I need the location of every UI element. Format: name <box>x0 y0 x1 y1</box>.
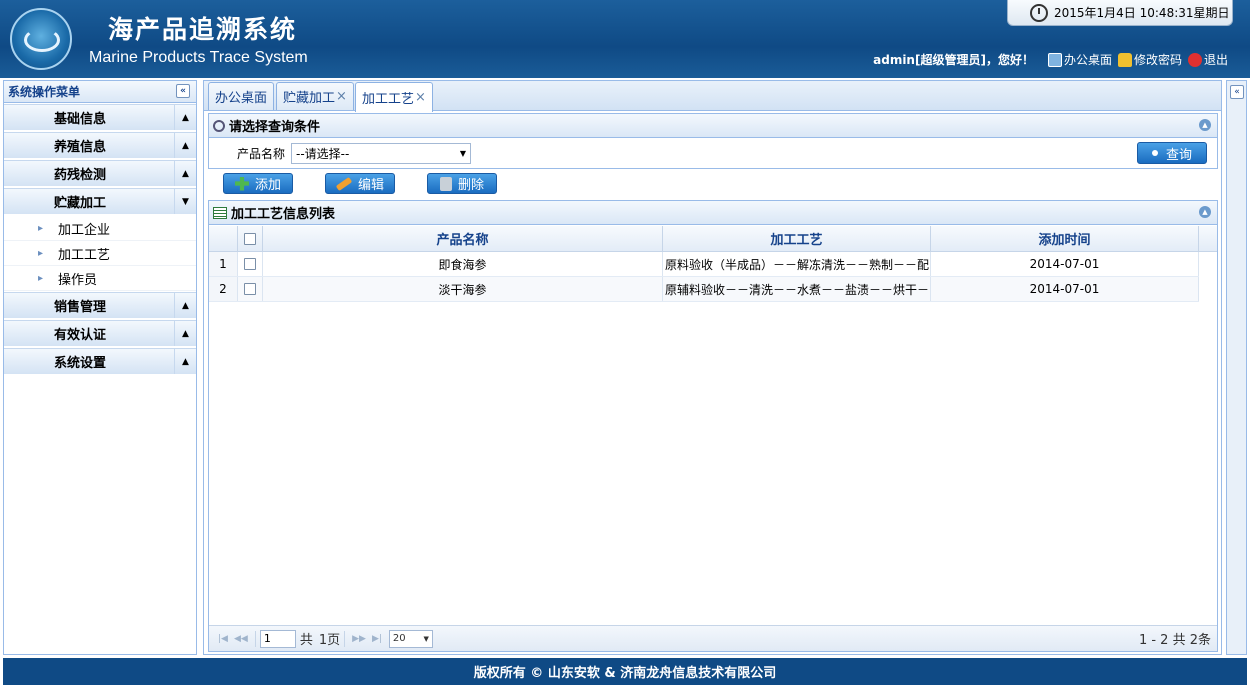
close-icon <box>1187 52 1202 67</box>
toolbar: 添加 编辑 删除 <box>223 173 497 194</box>
query-panel-header: 请选择查询条件 ▲ <box>209 114 1217 138</box>
footer-copyright: 版权所有 © 山东安软 & 济南龙舟信息技术有限公司 <box>3 658 1247 685</box>
main-panel: 办公桌面 贮藏加工 × 加工工艺 × 请选择查询条件 ▲ 产品名称 --请选择-- … <box>203 80 1222 655</box>
app-title-cn: 海产品追溯系统 <box>108 15 298 44</box>
chevron-up-icon: ▲ <box>174 293 196 318</box>
query-panel: 请选择查询条件 ▲ 产品名称 --请选择-- 查询 <box>208 113 1218 169</box>
col-product-name[interactable]: 产品名称 <box>263 226 663 251</box>
user-greeting: admin[超级管理员]，您好！ <box>873 53 1034 67</box>
cell-product-name: 即食海参 <box>263 252 663 276</box>
select-all-checkbox[interactable] <box>238 226 263 251</box>
collapse-up-icon[interactable]: ▲ <box>1199 119 1211 131</box>
cell-product-name: 淡干海参 <box>263 277 663 301</box>
chevron-up-icon: ▲ <box>174 321 196 346</box>
change-password-link[interactable]: 修改密码 <box>1117 51 1182 68</box>
menu-section-settings[interactable]: 系统设置 ▲ <box>4 348 196 375</box>
add-button[interactable]: 添加 <box>223 173 293 194</box>
sidebar-title: 系统操作菜单 <box>8 85 81 99</box>
expand-left-icon[interactable]: « <box>1230 85 1244 99</box>
pagination-info: 1 - 2 共 2条 <box>1138 633 1211 648</box>
grid-panel: 加工工艺信息列表 ▲ 产品名称 加工工艺 添加时间 1 即食海参 原料验收（半成… <box>208 200 1218 652</box>
chevron-up-icon: ▲ <box>174 105 196 130</box>
menu-section-residue[interactable]: 药残检测 ▲ <box>4 160 196 187</box>
sidebar-item-enterprise[interactable]: 加工企业 <box>4 216 196 241</box>
desktop-icon <box>1047 52 1062 67</box>
query-title: 请选择查询条件 <box>229 120 321 135</box>
menu-section-storage[interactable]: 贮藏加工 ▼ <box>4 188 196 215</box>
menu-section-sales[interactable]: 销售管理 ▲ <box>4 292 196 319</box>
datetime-display: 2015年1月4日 10:48:31星期日 <box>1007 0 1233 26</box>
table-row[interactable]: 1 即食海参 原料验收（半成品）－－解冻清洗－－熟制－－配 2014-07-01 <box>209 252 1199 277</box>
cell-added-time: 2014-07-01 <box>931 252 1199 276</box>
tab-process[interactable]: 加工工艺 × <box>355 82 433 112</box>
grid-title: 加工工艺信息列表 <box>231 207 336 222</box>
list-icon <box>213 206 227 219</box>
sidebar: 系统操作菜单 « 基础信息 ▲ 养殖信息 ▲ 药残检测 ▲ 贮藏加工 ▼ 加工企… <box>3 80 197 655</box>
menu-section-cert[interactable]: 有效认证 ▲ <box>4 320 196 347</box>
cell-process: 原辅料验收－－清洗－－水煮－－盐渍－－烘干－ <box>663 277 931 301</box>
query-row: 产品名称 --请选择-- 查询 <box>209 138 1217 168</box>
pagination-bar: |◀ ◀◀ 共 1页 ▶▶ ▶| 20 1 - 2 共 2条 <box>209 625 1217 651</box>
search-dot-icon <box>1151 150 1158 156</box>
chevron-up-icon: ▲ <box>174 349 196 374</box>
product-name-select[interactable]: --请选择-- <box>291 142 472 164</box>
grid-panel-header: 加工工艺信息列表 ▲ <box>209 201 1217 225</box>
trash-icon <box>439 176 452 191</box>
cell-process: 原料验收（半成品）－－解冻清洗－－熟制－－配 <box>663 252 931 276</box>
app-header: 海产品追溯系统 Marine Products Trace System 201… <box>0 0 1250 78</box>
collapse-left-icon[interactable]: « <box>176 84 190 98</box>
close-icon[interactable]: × <box>336 89 347 104</box>
chevron-up-icon: ▲ <box>174 133 196 158</box>
delete-button[interactable]: 删除 <box>427 173 497 194</box>
search-icon <box>213 119 225 132</box>
next-page-icon[interactable]: ▶▶ <box>352 634 366 644</box>
user-bar: admin[超级管理员]，您好！ 办公桌面 修改密码 退出 <box>873 51 1228 68</box>
cell-added-time: 2014-07-01 <box>931 277 1199 301</box>
sidebar-item-process[interactable]: 加工工艺 <box>4 241 196 266</box>
product-name-label: 产品名称 <box>237 146 286 161</box>
edit-button[interactable]: 编辑 <box>325 173 395 194</box>
col-process[interactable]: 加工工艺 <box>663 226 931 251</box>
desktop-link[interactable]: 办公桌面 <box>1047 51 1112 68</box>
row-number: 1 <box>209 252 238 276</box>
plus-icon <box>234 176 249 191</box>
total-pages-label: 1页 <box>318 633 341 648</box>
sidebar-item-operator[interactable]: 操作员 <box>4 266 196 291</box>
row-checkbox[interactable] <box>238 277 263 301</box>
page-size-select[interactable]: 20 <box>388 629 433 648</box>
pencil-icon <box>335 176 353 191</box>
first-page-icon[interactable]: |◀ <box>218 634 228 644</box>
logout-link[interactable]: 退出 <box>1187 51 1228 68</box>
chevron-down-icon: ▼ <box>174 189 196 214</box>
grid-header: 产品名称 加工工艺 添加时间 <box>209 226 1217 252</box>
page-of-label: 共 <box>299 633 313 648</box>
page-number-input[interactable] <box>259 629 296 648</box>
table-row[interactable]: 2 淡干海参 原辅料验收－－清洗－－水煮－－盐渍－－烘干－ 2014-07-01 <box>209 277 1199 302</box>
tab-bar: 办公桌面 贮藏加工 × 加工工艺 × <box>204 81 1221 112</box>
tab-storage[interactable]: 贮藏加工 × <box>276 82 354 110</box>
menu-section-breeding[interactable]: 养殖信息 ▲ <box>4 132 196 159</box>
sidebar-header: 系统操作菜单 « <box>4 81 196 103</box>
query-button[interactable]: 查询 <box>1137 142 1207 164</box>
col-added-time[interactable]: 添加时间 <box>931 226 1199 251</box>
tab-desktop[interactable]: 办公桌面 <box>208 82 275 110</box>
logo <box>10 8 72 70</box>
datetime-text: 2015年1月4日 10:48:31星期日 <box>1054 6 1230 20</box>
chevron-up-icon: ▲ <box>174 161 196 186</box>
right-collapsed-panel: « <box>1226 80 1247 655</box>
lock-icon <box>1117 52 1132 67</box>
close-icon[interactable]: × <box>415 90 426 105</box>
clock-icon <box>1030 3 1048 22</box>
app-title-en: Marine Products Trace System <box>89 49 308 66</box>
last-page-icon[interactable]: ▶| <box>372 634 382 644</box>
row-number: 2 <box>209 277 238 301</box>
row-checkbox[interactable] <box>238 252 263 276</box>
prev-page-icon[interactable]: ◀◀ <box>234 634 248 644</box>
collapse-up-icon[interactable]: ▲ <box>1199 206 1211 218</box>
menu-section-basic[interactable]: 基础信息 ▲ <box>4 104 196 131</box>
